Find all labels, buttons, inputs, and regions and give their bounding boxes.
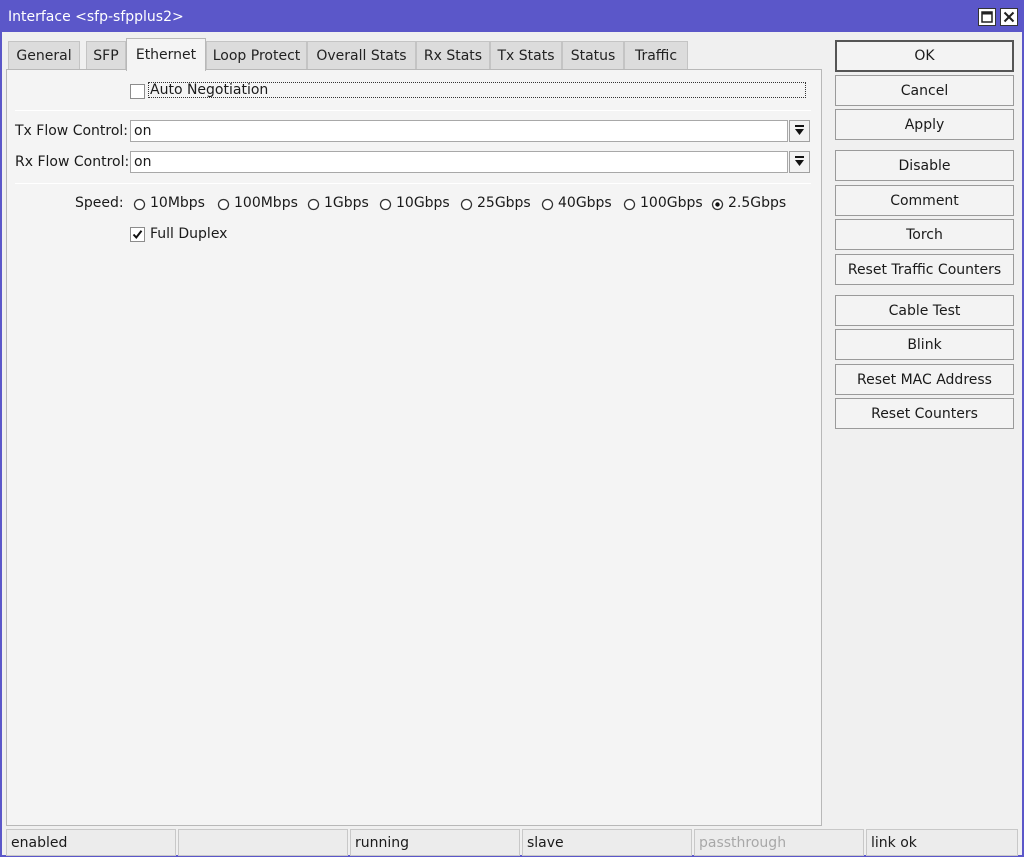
tab-loop-protect[interactable]: Loop Protect: [206, 41, 307, 70]
reset-traffic-counters-button[interactable]: Reset Traffic Counters: [835, 254, 1014, 285]
tab-rx-stats[interactable]: Rx Stats: [416, 41, 490, 70]
speed-option-label[interactable]: 40Gbps: [558, 195, 612, 211]
speed-option-label[interactable]: 25Gbps: [477, 195, 531, 211]
maximize-button[interactable]: [978, 8, 996, 26]
ethernet-panel: Auto Negotiation Tx Flow Control: on Rx …: [6, 69, 822, 826]
tx-flow-control-dropdown[interactable]: [789, 120, 810, 142]
full-duplex-checkbox[interactable]: [130, 227, 145, 242]
speed-radio-100gbps[interactable]: [623, 198, 636, 211]
close-button[interactable]: [1000, 8, 1018, 26]
maximize-icon: [981, 11, 993, 23]
comment-button[interactable]: Comment: [835, 185, 1014, 216]
rx-flow-control-field[interactable]: on: [130, 151, 788, 173]
speed-radio-25gbps[interactable]: [460, 198, 473, 211]
separator: [15, 183, 811, 184]
speed-option-label[interactable]: 2.5Gbps: [728, 195, 786, 211]
tab-general[interactable]: General: [8, 41, 80, 70]
auto-negotiation-label[interactable]: Auto Negotiation: [150, 82, 268, 98]
cable-test-button[interactable]: Cable Test: [835, 295, 1014, 326]
ok-button[interactable]: OK: [835, 40, 1014, 72]
speed-option-label[interactable]: 100Gbps: [640, 195, 703, 211]
status-running: running: [350, 829, 520, 856]
reset-mac-address-button[interactable]: Reset MAC Address: [835, 364, 1014, 395]
blink-button[interactable]: Blink: [835, 329, 1014, 360]
speed-radio-2-5gbps[interactable]: [711, 198, 724, 211]
speed-radio-1gbps[interactable]: [307, 198, 320, 211]
disable-button[interactable]: Disable: [835, 150, 1014, 181]
torch-button[interactable]: Torch: [835, 219, 1014, 250]
speed-radio-40gbps[interactable]: [541, 198, 554, 211]
window-title: Interface <sfp-sfpplus2>: [8, 9, 184, 25]
tab-tx-stats[interactable]: Tx Stats: [490, 41, 562, 70]
dropdown-arrow-icon: [795, 156, 804, 166]
speed-radio-100mbps[interactable]: [217, 198, 230, 211]
speed-radio-10gbps[interactable]: [379, 198, 392, 211]
tab-status[interactable]: Status: [562, 41, 624, 70]
status-empty: [178, 829, 348, 856]
speed-radio-10mbps[interactable]: [133, 198, 146, 211]
status-link: link ok: [866, 829, 1018, 856]
close-icon: [1003, 11, 1015, 23]
status-slave: slave: [522, 829, 692, 856]
tx-flow-control-field[interactable]: on: [130, 120, 788, 142]
tab-bar: General SFP Ethernet Loop Protect Overal…: [8, 38, 828, 71]
interface-window: Interface <sfp-sfpplus2> General SFP Eth…: [0, 0, 1024, 857]
speed-option-label[interactable]: 100Mbps: [234, 195, 298, 211]
rx-flow-control-label: Rx Flow Control:: [15, 154, 130, 170]
speed-label: Speed:: [75, 195, 124, 211]
tab-ethernet[interactable]: Ethernet: [126, 38, 206, 71]
tab-traffic[interactable]: Traffic: [624, 41, 688, 70]
speed-option-label[interactable]: 10Mbps: [150, 195, 205, 211]
tab-sfp[interactable]: SFP: [86, 41, 126, 70]
title-bar[interactable]: Interface <sfp-sfpplus2>: [2, 2, 1022, 32]
reset-counters-button[interactable]: Reset Counters: [835, 398, 1014, 429]
separator: [15, 110, 811, 111]
tab-overall-stats[interactable]: Overall Stats: [307, 41, 416, 70]
apply-button[interactable]: Apply: [835, 109, 1014, 140]
auto-negotiation-checkbox[interactable]: [130, 84, 145, 99]
status-enabled: enabled: [6, 829, 176, 856]
cancel-button[interactable]: Cancel: [835, 75, 1014, 106]
speed-option-label[interactable]: 10Gbps: [396, 195, 450, 211]
dropdown-arrow-icon: [795, 125, 804, 135]
tx-flow-control-label: Tx Flow Control:: [15, 123, 129, 139]
speed-option-label[interactable]: 1Gbps: [324, 195, 369, 211]
status-passthrough: passthrough: [694, 829, 864, 856]
full-duplex-label[interactable]: Full Duplex: [150, 226, 227, 242]
rx-flow-control-dropdown[interactable]: [789, 151, 810, 173]
checkmark-icon: [132, 230, 143, 240]
